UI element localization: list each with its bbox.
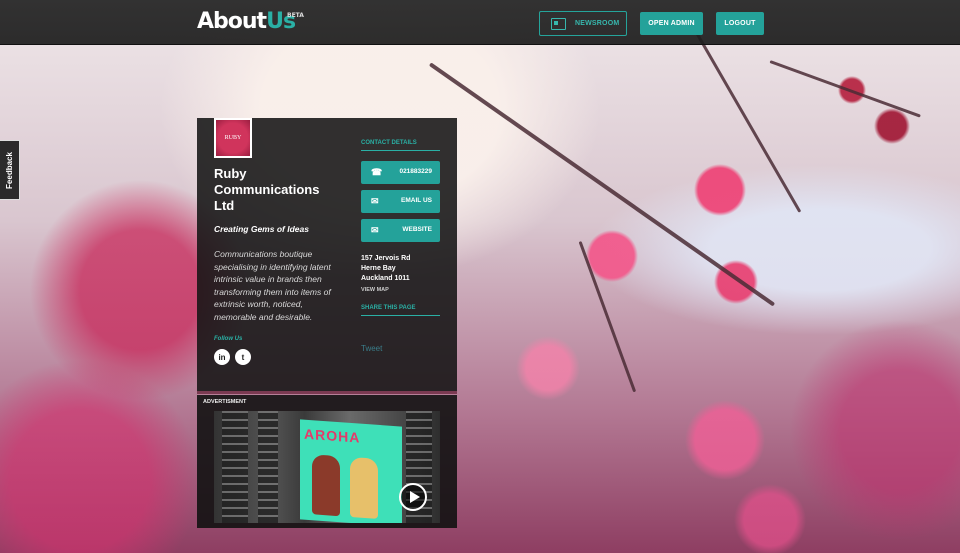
address-line1: 157 Jervois Rd <box>361 255 411 262</box>
linkedin-icon[interactable]: in <box>214 349 230 365</box>
company-logo-text: RUBY <box>224 135 242 141</box>
beta-badge: BETA <box>287 12 304 19</box>
email-us-button[interactable]: ✉ EMAIL US <box>361 190 440 213</box>
video-poster: AROHA <box>300 419 402 523</box>
poster-figure <box>312 454 340 517</box>
linkedin-glyph: in <box>218 352 226 362</box>
poster-figure <box>350 456 378 519</box>
tweet-button[interactable]: Tweet <box>361 344 382 353</box>
website-icon: ✉ <box>371 225 379 235</box>
twitter-icon[interactable]: t <box>235 349 251 365</box>
feedback-tab[interactable]: Feedback <box>0 140 20 200</box>
twitter-glyph: t <box>241 352 245 362</box>
poster-title: AROHA <box>304 425 361 446</box>
address-line2: Herne Bay <box>361 265 396 272</box>
website-label: WEBSITE <box>402 226 432 233</box>
newsroom-icon <box>551 18 566 30</box>
phone-button[interactable]: ☎ 021883229 <box>361 161 440 184</box>
open-admin-button[interactable]: OPEN ADMIN <box>640 12 703 35</box>
advertisement-video[interactable]: AROHA <box>214 411 440 523</box>
profile-card: RUBY Ruby Communications Ltd Creating Ge… <box>197 118 457 394</box>
newsroom-label: NEWSROOM <box>575 20 620 27</box>
email-icon: ✉ <box>371 196 379 206</box>
video-building <box>258 411 278 523</box>
follow-us-label: Follow Us <box>214 336 243 342</box>
video-building <box>222 411 248 523</box>
advertisement-label: ADVERTISMENT <box>203 399 247 405</box>
company-description: Communications boutique specialising in … <box>214 249 331 322</box>
logout-button[interactable]: LOGOUT <box>716 12 764 35</box>
phone-icon: ☎ <box>371 167 383 177</box>
company-tagline: Creating Gems of Ideas <box>214 224 309 234</box>
company-logo-inner: RUBY <box>216 120 250 156</box>
newsroom-button[interactable]: NEWSROOM <box>539 11 627 36</box>
website-button[interactable]: ✉ WEBSITE <box>361 219 440 242</box>
background-image <box>0 0 960 553</box>
advertisement-card: ADVERTISMENT AROHA <box>197 395 457 528</box>
company-name: Ruby Communications Ltd <box>214 166 320 213</box>
top-navigation-bar: AboutUs BETA NEWSROOM OPEN ADMIN LOGOUT <box>0 0 960 45</box>
share-page-heading: SHARE THIS PAGE <box>361 305 440 316</box>
aboutus-logo[interactable]: AboutUs BETA <box>197 9 304 35</box>
contact-details-heading: CONTACT DETAILS <box>361 140 440 151</box>
address-block: 157 Jervois Rd Herne Bay Auckland 1011 <box>361 254 410 284</box>
company-logo: RUBY <box>214 118 252 158</box>
logo-text: About <box>197 9 267 34</box>
address-line3: Auckland 1011 <box>361 275 410 282</box>
phone-number: 021883229 <box>399 168 432 175</box>
feedback-label: Feedback <box>5 151 14 189</box>
email-us-label: EMAIL US <box>401 197 432 204</box>
view-map-link[interactable]: VIEW MAP <box>361 287 389 293</box>
play-icon[interactable] <box>399 483 427 511</box>
